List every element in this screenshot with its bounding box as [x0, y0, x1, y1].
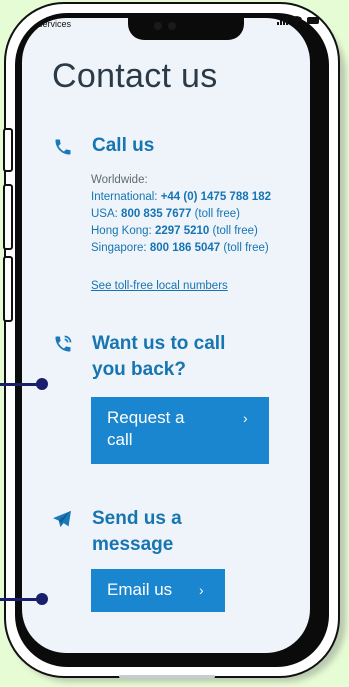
international-number[interactable]: +44 (0) 1475 788 182	[161, 191, 271, 203]
chevron-right-icon: ›	[199, 582, 204, 598]
signal-icon	[277, 16, 288, 25]
singapore-label: Singapore:	[91, 242, 150, 254]
battery-icon	[307, 17, 319, 24]
message-heading-line1: Send us a	[92, 508, 182, 529]
volume-up-button	[3, 184, 13, 250]
chevron-right-icon: ›	[243, 410, 248, 426]
message-heading-line2: message	[92, 534, 174, 555]
hong-kong-line: Hong Kong: 2297 5210 (toll free)	[91, 223, 271, 240]
toll-free-numbers-link[interactable]: See toll-free local numbers	[91, 280, 228, 292]
pointer-line-callback	[0, 383, 40, 386]
hong-kong-suffix: (toll free)	[209, 225, 258, 237]
singapore-number[interactable]: 800 186 5047	[150, 242, 220, 254]
hong-kong-label: Hong Kong:	[91, 225, 155, 237]
call-back-heading-line2: you back?	[92, 359, 186, 380]
page-title: Contact us	[52, 57, 218, 95]
paper-plane-icon	[53, 510, 71, 528]
usa-line: USA: 800 835 7677 (toll free)	[91, 206, 271, 223]
sensor-icon	[168, 22, 176, 30]
singapore-line: Singapore: 800 186 5047 (toll free)	[91, 240, 271, 257]
notch	[128, 18, 244, 40]
call-us-heading: Call us	[92, 135, 155, 156]
request-call-button[interactable]: Request a call ›	[91, 397, 269, 464]
international-line: International: +44 (0) 1475 788 182	[91, 189, 271, 206]
camera-icon	[154, 22, 162, 30]
call-back-heading: Want us to call you back?	[92, 331, 225, 383]
status-icons	[277, 16, 319, 25]
wifi-icon	[291, 16, 302, 25]
message-heading: Send us a message	[92, 506, 182, 558]
worldwide-label: Worldwide:	[91, 174, 148, 186]
international-label: International:	[91, 191, 161, 203]
volume-down-button	[3, 256, 13, 322]
callback-phone-icon	[55, 335, 72, 352]
call-back-heading-line1: Want us to call	[92, 333, 226, 354]
hong-kong-number[interactable]: 2297 5210	[155, 225, 209, 237]
home-indicator	[119, 675, 215, 678]
carrier-label: services	[38, 19, 72, 29]
usa-number[interactable]: 800 835 7677	[121, 208, 191, 220]
email-us-button[interactable]: Email us ›	[91, 569, 225, 612]
singapore-suffix: (toll free)	[220, 242, 269, 254]
email-us-label: Email us	[107, 580, 173, 599]
mute-switch	[3, 128, 13, 172]
phone-icon	[55, 139, 71, 155]
pointer-dot-callback	[36, 378, 48, 390]
pointer-line-email	[0, 598, 40, 601]
usa-label: USA:	[91, 208, 122, 220]
request-call-label-line2: call	[107, 430, 133, 449]
usa-suffix: (toll free)	[191, 208, 240, 220]
pointer-dot-email	[36, 593, 48, 605]
phone-numbers: Worldwide: International: +44 (0) 1475 7…	[91, 172, 271, 257]
